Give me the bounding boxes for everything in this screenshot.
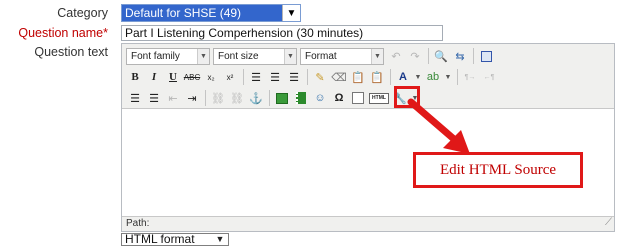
chevron-down-icon: ▼	[215, 234, 225, 244]
edit-html-source-callout: Edit HTML Source	[413, 152, 583, 188]
text-format-select[interactable]: HTML format ▼	[121, 233, 229, 246]
text-format-value: HTML format	[125, 232, 195, 246]
annotation-arrow	[407, 98, 470, 154]
annotation-arrow-shaft	[407, 98, 459, 144]
